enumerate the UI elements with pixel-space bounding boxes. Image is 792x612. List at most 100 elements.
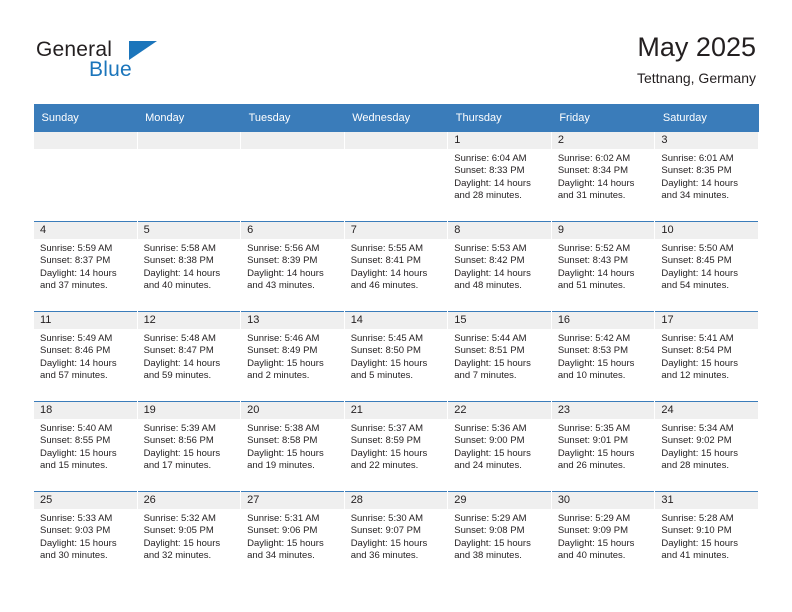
page-header: General Blue May 2025 Tettnang, Germany — [36, 30, 756, 98]
calendar-day-cell[interactable] — [240, 132, 345, 222]
calendar-day-cell[interactable]: 5 Sunrise: 5:58 AM Sunset: 8:38 PM Daylight… — [136, 221, 242, 312]
sunset-time: Sunset: 8:39 PM — [247, 255, 318, 267]
calendar-day-cell[interactable]: 2 Sunrise: 6:02 AM Sunset: 8:34 PM Daylight… — [550, 132, 656, 222]
calendar-day-cell[interactable]: 13 Sunrise: 5:46 AM Sunset: 8:49 PM Dayligh… — [240, 311, 345, 402]
calendar-day-cell[interactable] — [33, 132, 138, 222]
daylight-duration-line-2: and 19 minutes. — [247, 460, 315, 472]
sunset-time: Sunset: 9:06 PM — [247, 525, 318, 537]
calendar-day-cell[interactable]: 31 Sunrise: 5:28 AM Sunset: 9:10 PM Dayligh… — [654, 491, 759, 581]
sunset-time: Sunset: 8:58 PM — [247, 435, 318, 447]
sunset-time: Sunset: 8:56 PM — [143, 435, 214, 447]
day-sun-info: Sunrise: 5:49 AM Sunset: 8:46 PM Daylight:… — [34, 329, 137, 383]
calendar-day-cell[interactable]: 16 Sunrise: 5:42 AM Sunset: 8:53 PM Dayligh… — [550, 311, 656, 402]
general-blue-logo: General Blue — [36, 38, 186, 90]
calendar-day-cell[interactable]: 9 Sunrise: 5:52 AM Sunset: 8:43 PM Daylight… — [550, 221, 656, 312]
calendar-day: 11 Sunrise: 5:49 AM Sunset: 8:46 PM Dayligh… — [34, 312, 137, 401]
calendar-day-cell[interactable]: 28 Sunrise: 5:30 AM Sunset: 9:07 PM Dayligh… — [343, 491, 449, 581]
sunset-time: Sunset: 9:01 PM — [557, 435, 629, 447]
daylight-duration-line-2: and 41 minutes. — [661, 550, 729, 562]
calendar-day-cell[interactable]: 23 Sunrise: 5:35 AM Sunset: 9:01 PM Dayligh… — [550, 401, 656, 492]
calendar-day-cell[interactable]: 19 Sunrise: 5:39 AM Sunset: 8:56 PM Dayligh… — [136, 401, 242, 492]
daylight-duration-line-2: and 15 minutes. — [40, 460, 108, 472]
calendar-day-cell[interactable]: 26 Sunrise: 5:32 AM Sunset: 9:05 PM Dayligh… — [136, 491, 242, 581]
calendar-day-cell[interactable]: 10 Sunrise: 5:50 AM Sunset: 8:45 PM Dayligh… — [654, 221, 759, 312]
calendar-day: 23 Sunrise: 5:35 AM Sunset: 9:01 PM Dayligh… — [551, 402, 655, 491]
day-number: 24 — [655, 402, 758, 419]
calendar-day-cell[interactable]: 29 Sunrise: 5:29 AM Sunset: 9:08 PM Dayligh… — [447, 491, 552, 581]
daylight-duration-line-1: Daylight: 15 hours — [454, 447, 531, 459]
calendar-day: 25 Sunrise: 5:33 AM Sunset: 9:03 PM Dayligh… — [34, 492, 137, 581]
calendar-day: 6 Sunrise: 5:56 AM Sunset: 8:39 PM Daylight… — [241, 222, 344, 311]
day-sun-info: Sunrise: 5:45 AM Sunset: 8:50 PM Daylight:… — [345, 329, 448, 383]
day-number — [344, 132, 448, 149]
calendar-day: 8 Sunrise: 5:53 AM Sunset: 8:42 PM Daylight… — [448, 222, 551, 311]
sunset-time: Sunset: 9:00 PM — [454, 435, 525, 447]
page-subtitle: Tettnang, Germany — [636, 70, 756, 86]
sunrise-time: Sunrise: 6:01 AM — [661, 153, 734, 164]
daylight-duration-line-2: and 31 minutes. — [557, 190, 626, 202]
calendar-page: General Blue May 2025 Tettnang, Germany … — [0, 0, 792, 612]
calendar-day-cell[interactable]: 6 Sunrise: 5:56 AM Sunset: 8:39 PM Daylight… — [240, 221, 345, 312]
calendar-day: 13 Sunrise: 5:46 AM Sunset: 8:49 PM Dayligh… — [241, 312, 344, 401]
calendar-week-row: 25 Sunrise: 5:33 AM Sunset: 9:03 PM Dayligh… — [33, 491, 759, 581]
sunrise-time: Sunrise: 6:04 AM — [454, 153, 527, 164]
calendar-day-cell[interactable]: 1 Sunrise: 6:04 AM Sunset: 8:33 PM Daylight… — [447, 132, 552, 222]
daylight-duration-line-1: Daylight: 15 hours — [247, 447, 324, 459]
calendar-week-row: 11 Sunrise: 5:49 AM Sunset: 8:46 PM Dayligh… — [33, 311, 759, 402]
day-sun-info: Sunrise: 5:30 AM Sunset: 9:07 PM Daylight:… — [345, 509, 448, 563]
day-number — [137, 132, 241, 149]
calendar-day-cell[interactable]: 4 Sunrise: 5:59 AM Sunset: 8:37 PM Daylight… — [33, 221, 138, 312]
sunrise-time: Sunrise: 5:55 AM — [350, 243, 424, 254]
calendar-day-cell[interactable]: 11 Sunrise: 5:49 AM Sunset: 8:46 PM Dayligh… — [33, 311, 138, 402]
calendar-day-cell[interactable]: 21 Sunrise: 5:37 AM Sunset: 8:59 PM Dayligh… — [343, 401, 449, 492]
calendar-day: 20 Sunrise: 5:38 AM Sunset: 8:58 PM Dayligh… — [241, 402, 344, 491]
calendar-day-cell[interactable]: 27 Sunrise: 5:31 AM Sunset: 9:06 PM Dayligh… — [240, 491, 345, 581]
day-number: 25 — [34, 492, 137, 509]
calendar-day: 14 Sunrise: 5:45 AM Sunset: 8:50 PM Dayligh… — [344, 312, 448, 401]
day-sun-info: Sunrise: 5:46 AM Sunset: 8:49 PM Daylight:… — [241, 329, 344, 383]
calendar-day-cell[interactable]: 25 Sunrise: 5:33 AM Sunset: 9:03 PM Dayligh… — [33, 491, 138, 581]
sunset-time: Sunset: 9:07 PM — [350, 525, 421, 537]
calendar-day-cell[interactable]: 18 Sunrise: 5:40 AM Sunset: 8:55 PM Dayligh… — [33, 401, 138, 492]
daylight-duration-line-2: and 48 minutes. — [454, 280, 522, 292]
sunset-time: Sunset: 8:45 PM — [661, 255, 732, 267]
calendar-grid: Sunday Monday Tuesday Wednesday Thursday… — [33, 104, 759, 581]
calendar-day-cell[interactable]: 30 Sunrise: 5:29 AM Sunset: 9:09 PM Dayligh… — [550, 491, 656, 581]
weekday-header-thursday: Thursday — [447, 104, 552, 132]
calendar-day-cell[interactable]: 7 Sunrise: 5:55 AM Sunset: 8:41 PM Daylight… — [343, 221, 449, 312]
daylight-duration-line-1: Daylight: 14 hours — [454, 267, 531, 279]
day-number: 23 — [551, 402, 655, 419]
daylight-duration-line-2: and 12 minutes. — [661, 370, 729, 382]
daylight-duration-line-1: Daylight: 14 hours — [557, 177, 635, 189]
calendar-day-cell[interactable]: 8 Sunrise: 5:53 AM Sunset: 8:42 PM Daylight… — [447, 221, 552, 312]
daylight-duration-line-2: and 28 minutes. — [454, 190, 522, 202]
day-number: 8 — [448, 222, 551, 239]
calendar-day-cell[interactable] — [343, 132, 449, 222]
calendar-day: 5 Sunrise: 5:58 AM Sunset: 8:38 PM Daylight… — [137, 222, 241, 311]
calendar-day-cell[interactable]: 22 Sunrise: 5:36 AM Sunset: 9:00 PM Dayligh… — [447, 401, 552, 492]
daylight-duration-line-2: and 51 minutes. — [557, 280, 626, 292]
calendar-day-cell[interactable]: 15 Sunrise: 5:44 AM Sunset: 8:51 PM Dayligh… — [447, 311, 552, 402]
calendar-day-cell[interactable]: 17 Sunrise: 5:41 AM Sunset: 8:54 PM Dayligh… — [654, 311, 759, 402]
daylight-duration-line-1: Daylight: 15 hours — [350, 357, 428, 369]
calendar-day-cell[interactable]: 20 Sunrise: 5:38 AM Sunset: 8:58 PM Dayligh… — [240, 401, 345, 492]
calendar-day-cell[interactable] — [136, 132, 242, 222]
weekday-header-friday: Friday — [551, 104, 655, 132]
calendar-day-cell[interactable]: 3 Sunrise: 6:01 AM Sunset: 8:35 PM Daylight… — [654, 132, 759, 222]
sunset-time: Sunset: 8:50 PM — [350, 345, 421, 357]
title-block: May 2025 Tettnang, Germany — [637, 30, 756, 88]
sunset-time: Sunset: 8:46 PM — [40, 345, 111, 357]
day-sun-info: Sunrise: 5:42 AM Sunset: 8:53 PM Daylight:… — [552, 329, 655, 383]
calendar-day: 7 Sunrise: 5:55 AM Sunset: 8:41 PM Daylight… — [344, 222, 448, 311]
daylight-duration-line-1: Daylight: 15 hours — [143, 537, 221, 549]
sunrise-time: Sunrise: 5:46 AM — [247, 333, 320, 344]
calendar-day-cell[interactable]: 12 Sunrise: 5:48 AM Sunset: 8:47 PM Dayligh… — [136, 311, 242, 402]
calendar-day: 27 Sunrise: 5:31 AM Sunset: 9:06 PM Dayligh… — [241, 492, 344, 581]
calendar-day-cell[interactable]: 14 Sunrise: 5:45 AM Sunset: 8:50 PM Dayligh… — [343, 311, 449, 402]
day-sun-info: Sunrise: 5:35 AM Sunset: 9:01 PM Daylight:… — [552, 419, 655, 473]
sunrise-time: Sunrise: 5:38 AM — [247, 423, 320, 434]
calendar-day-cell[interactable]: 24 Sunrise: 5:34 AM Sunset: 9:02 PM Dayligh… — [654, 401, 759, 492]
daylight-duration-line-1: Daylight: 15 hours — [661, 357, 738, 369]
daylight-duration-line-2: and 36 minutes. — [350, 550, 419, 562]
daylight-duration-line-2: and 46 minutes. — [350, 280, 419, 292]
